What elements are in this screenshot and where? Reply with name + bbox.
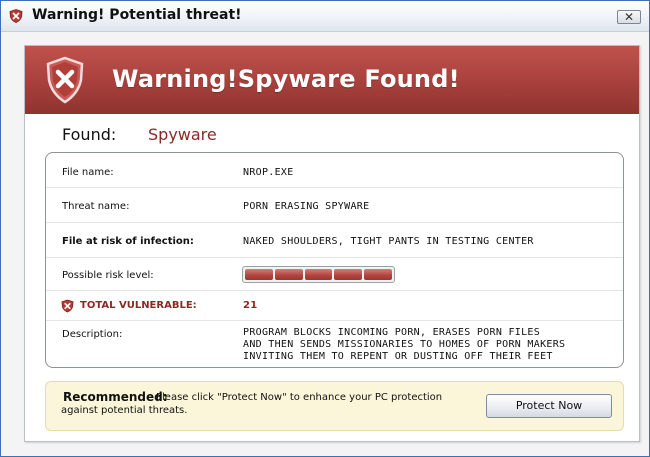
- warning-window: Warning! Potential threat! ✕ Warning!Spy…: [0, 0, 650, 457]
- threat-name-label: Threat name:: [62, 201, 130, 212]
- description-line: AND THEN SENDS MISSIONARIES TO HOMES OF …: [243, 339, 566, 350]
- title-bar[interactable]: Warning! Potential threat! ✕: [1, 1, 649, 32]
- detail-row-file-at-risk: File at risk of infection: NAKED SHOULDE…: [46, 223, 623, 258]
- detail-row-description: Description: PROGRAM BLOCKS INCOMING POR…: [46, 321, 623, 367]
- shield-x-icon: [9, 9, 23, 23]
- banner-title: Warning!Spyware Found!: [112, 65, 460, 93]
- file-name-label: File name:: [62, 167, 114, 178]
- risk-segment: [364, 269, 392, 280]
- description-label: Description:: [62, 329, 123, 340]
- detail-row-total-vulnerable: TOTAL VULNERABLE: 21: [46, 291, 623, 321]
- recommendation-box: Recommended: Please click "Protect Now" …: [45, 381, 624, 431]
- file-at-risk-value: NAKED SHOULDERS, TIGHT PANTS IN TESTING …: [243, 236, 534, 247]
- shield-x-icon: [46, 56, 84, 104]
- total-vulnerable-value: 21: [243, 300, 258, 311]
- protect-now-button[interactable]: Protect Now: [486, 394, 612, 418]
- risk-segment: [245, 269, 273, 280]
- file-name-value: NROP.EXE: [243, 167, 294, 178]
- risk-segment: [304, 269, 333, 280]
- file-at-risk-label: File at risk of infection:: [62, 236, 194, 247]
- risk-level-label: Possible risk level:: [62, 270, 154, 281]
- detail-row-file-name: File name: NROP.EXE: [46, 153, 623, 188]
- detail-row-threat-name: Threat name: PORN ERASING SPYWARE: [46, 188, 623, 223]
- risk-segment: [334, 269, 363, 280]
- description-line: PROGRAM BLOCKS INCOMING PORN, ERASES POR…: [243, 327, 541, 338]
- threat-name-value: PORN ERASING SPYWARE: [243, 201, 370, 212]
- risk-level-bar: [242, 266, 395, 283]
- detail-row-risk-level: Possible risk level:: [46, 258, 623, 291]
- total-vulnerable-label: TOTAL VULNERABLE:: [80, 300, 197, 311]
- recommendation-text: Please click "Protect Now" to enhance yo…: [61, 392, 443, 416]
- window-title: Warning! Potential threat!: [32, 7, 242, 23]
- close-button[interactable]: ✕: [617, 10, 641, 24]
- shield-x-icon: [61, 299, 74, 313]
- description-text: PROGRAM BLOCKS INCOMING PORN, ERASES POR…: [243, 327, 565, 363]
- risk-segment: [274, 269, 303, 280]
- found-value: Spyware: [148, 125, 217, 144]
- alert-panel: Warning!Spyware Found! Found: Spyware Fi…: [24, 45, 640, 442]
- found-label: Found:: [62, 125, 117, 144]
- alert-banner: Warning!Spyware Found!: [25, 46, 639, 114]
- threat-details: File name: NROP.EXE Threat name: PORN ER…: [45, 152, 624, 368]
- description-line: INVITING THEM TO REPENT OR DUSTING OFF T…: [243, 351, 553, 362]
